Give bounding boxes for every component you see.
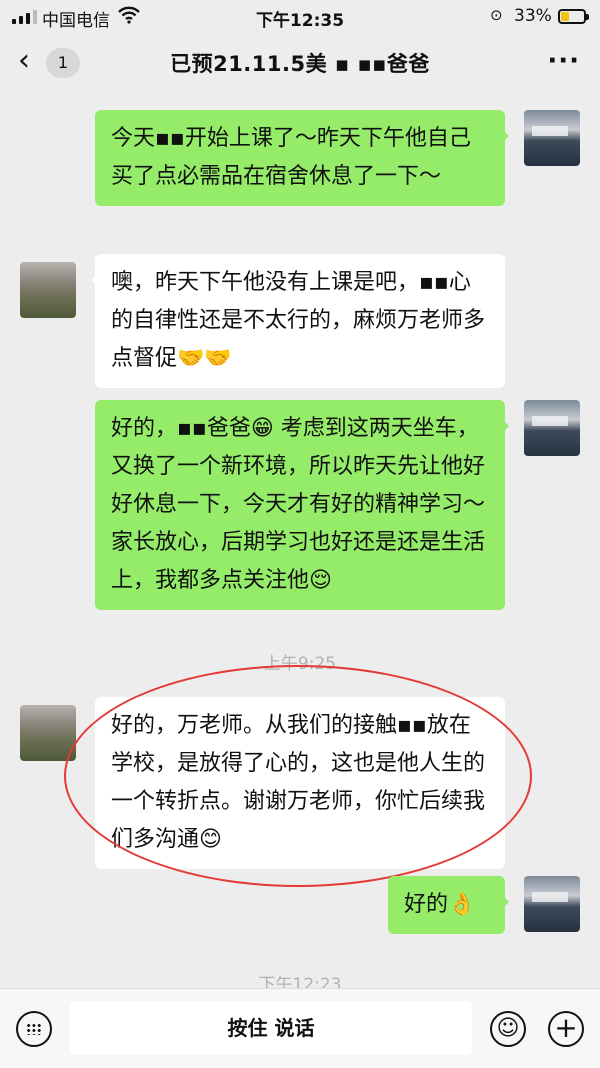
avatar-self[interactable] [524, 110, 580, 166]
avatar-self[interactable] [524, 876, 580, 932]
message-text: 好的👌 [404, 892, 476, 917]
message-bubble-contact[interactable]: 好的，万老师。从我们的接触▪▪放在学校，是放得了心的，这也是他人生的一个转折点。… [91, 697, 505, 869]
message-timestamp: 上午9:25 [263, 654, 337, 674]
message-text: 噢，昨天下午他没有上课是吧，▪▪心的自律性还是不太行的，麻烦万老师多点督促🤝🤝 [111, 270, 486, 371]
message-bubble-self[interactable]: 好的👌 [388, 876, 509, 934]
status-time: 下午12:35 [255, 11, 345, 31]
message-text: 好的，万老师。从我们的接触▪▪放在学校，是放得了心的，这也是他人生的一个转折点。… [111, 713, 486, 852]
lock-icon: ⊙ [490, 6, 503, 24]
more-icon[interactable]: ··· [547, 46, 580, 76]
battery-percent: 33% [514, 6, 552, 26]
message-text: 今天▪▪开始上课了～昨天下午他自己买了点必需品在宿舍休息了一下～ [111, 126, 471, 189]
avatar-contact[interactable] [20, 262, 76, 318]
message-bubble-contact[interactable]: 噢，昨天下午他没有上课是吧，▪▪心的自律性还是不太行的，麻烦万老师多点督促🤝🤝 [91, 254, 505, 388]
battery-icon [558, 9, 589, 24]
message-text: 好的，▪▪爸爸😁 考虑到这两天坐车，又换了一个新环境，所以昨天先让他好好休息一下… [111, 416, 486, 593]
chat-title: 已预21.11.5美 ▪ ▪▪爸爸 [170, 52, 430, 76]
hold-to-talk-button[interactable]: 按住 说话 [70, 1001, 472, 1055]
input-bar: 按住 说话 ☺ + [0, 988, 600, 1068]
status-bar: 中国电信 下午12:35 ⊙ 33% [0, 0, 600, 36]
avatar-self[interactable] [524, 400, 580, 456]
message-bubble-self[interactable]: 好的，▪▪爸爸😁 考虑到这两天坐车，又换了一个新环境，所以昨天先让他好好休息一下… [95, 400, 509, 610]
avatar-contact[interactable] [20, 705, 76, 761]
message-bubble-self[interactable]: 今天▪▪开始上课了～昨天下午他自己买了点必需品在宿舍休息了一下～ [95, 110, 509, 206]
plus-icon[interactable]: + [548, 1011, 584, 1047]
chat-header: ‹ 1 已预21.11.5美 ▪ ▪▪爸爸 ··· [0, 36, 600, 90]
emoji-icon[interactable]: ☺ [490, 1011, 526, 1047]
keyboard-icon[interactable] [16, 1011, 52, 1047]
